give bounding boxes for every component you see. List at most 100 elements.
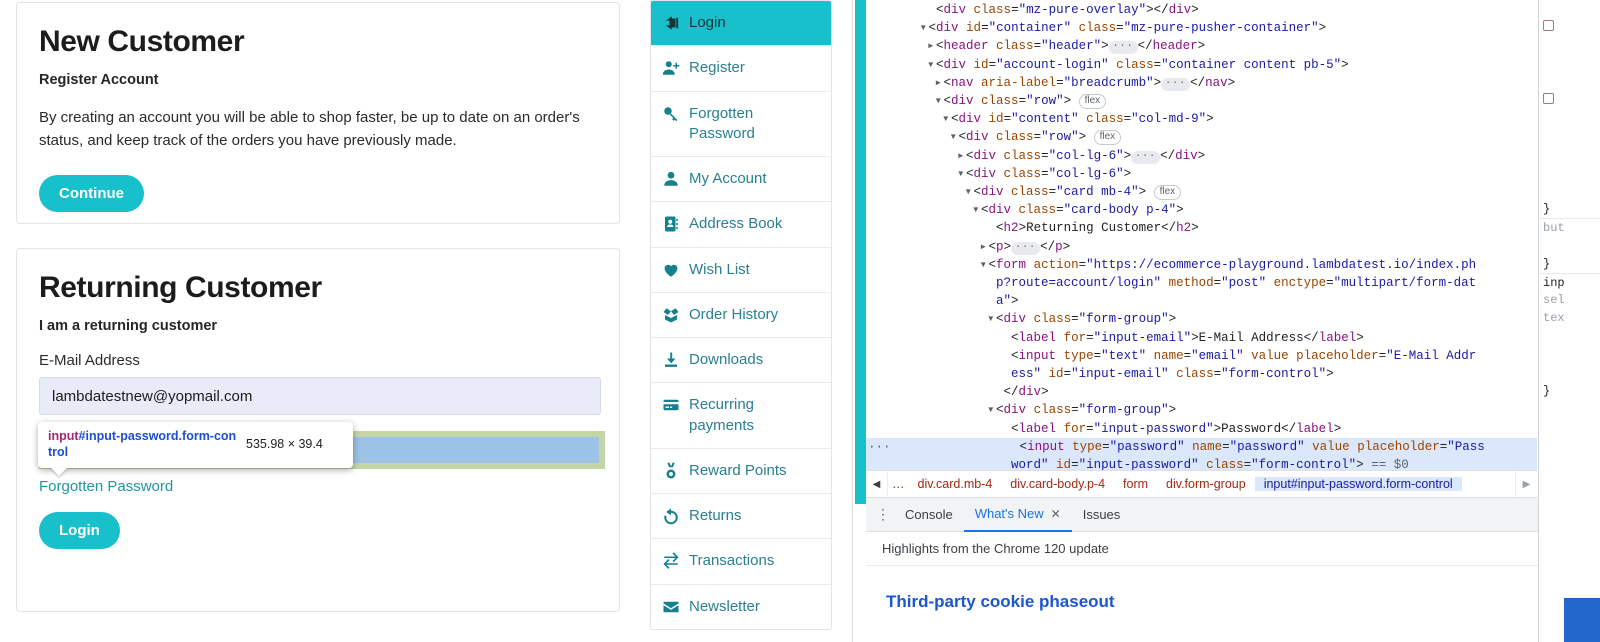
sidebar-item-wish-list[interactable]: Wish List <box>651 248 831 293</box>
collapsed-children-icon[interactable]: ··· <box>1108 41 1138 55</box>
breadcrumb-item[interactable]: input#input-password.form-control <box>1254 477 1462 491</box>
whats-new-body: Third-party cookie phaseout <box>866 566 1600 642</box>
sidebar-item-order-history[interactable]: Order History <box>651 293 831 338</box>
breadcrumb-item[interactable]: div.form-group <box>1157 477 1255 491</box>
dom-tree-row[interactable]: ▾<div id="content" class="col-md-9"> <box>866 110 1537 128</box>
sidebar-item-transactions[interactable]: Transactions <box>651 539 831 585</box>
twisty-expanded-icon[interactable]: ▾ <box>950 128 959 146</box>
sidebar-item-login[interactable]: Login <box>651 1 831 47</box>
twisty-expanded-icon[interactable]: ▾ <box>987 401 996 419</box>
dom-tree-row[interactable]: ▾<div class="form-group"> <box>866 310 1537 328</box>
twisty-expanded-icon[interactable]: ▾ <box>972 201 981 219</box>
close-icon[interactable]: ✕ <box>1051 497 1061 531</box>
dom-tree-row[interactable]: a"> <box>866 292 1537 310</box>
sidebar-item-address-book[interactable]: Address Book <box>651 202 831 248</box>
forgotten-password-link[interactable]: Forgotten Password <box>39 478 173 495</box>
twisty-collapsed-icon[interactable]: ▸ <box>957 147 966 165</box>
dom-tree-row[interactable]: ▾<div class="card mb-4"> flex <box>866 183 1537 201</box>
drawer-tab-console[interactable]: Console <box>894 498 964 532</box>
sidebar-item-my-account[interactable]: My Account <box>651 157 831 203</box>
drawer-tab-label: Issues <box>1082 506 1121 522</box>
sidebar-item-recurring-payments[interactable]: Recurring payments <box>651 383 831 449</box>
dom-tree-row[interactable]: <div class="mz-pure-overlay"></div> <box>866 1 1537 19</box>
styles-pane-fragment: inp <box>1539 272 1600 291</box>
row-more-icon[interactable]: ··· <box>868 440 891 454</box>
twisty-collapsed-icon[interactable]: ▸ <box>980 238 989 256</box>
exchange-icon <box>662 552 680 570</box>
sidebar-item-label: Login <box>689 14 726 31</box>
dom-tree-row[interactable]: ▸<nav aria-label="breadcrumb"> ··· </nav> <box>866 74 1537 92</box>
dom-tree-row[interactable]: ▾<form action="https://ecommerce-playgro… <box>866 256 1537 274</box>
dom-tree-row[interactable]: ▸<header class="header"> ··· </header> <box>866 37 1537 55</box>
dom-tree-row[interactable]: ▾<div id="container" class="mz-pure-push… <box>866 19 1537 37</box>
dom-tree-row[interactable]: word" id="input-password" class="form-co… <box>866 456 1537 470</box>
login-button[interactable]: Login <box>39 512 120 549</box>
twisty-expanded-icon[interactable]: ▾ <box>987 310 996 328</box>
styles-pane-spacer <box>1539 0 1600 18</box>
sidebar-item-forgotten-password[interactable]: Forgotten Password <box>651 92 831 157</box>
dom-tree-row[interactable]: ··· <input type="password" name="passwor… <box>866 437 1537 457</box>
breadcrumb-item[interactable]: div.card-body.p-4 <box>1001 477 1114 491</box>
drawer-tab-label: Console <box>905 506 953 522</box>
breadcrumb-scroll-left-icon[interactable]: ◀ <box>866 471 888 497</box>
styles-fragment-text: but <box>1543 221 1565 236</box>
continue-button[interactable]: Continue <box>39 174 144 212</box>
dom-tree-row[interactable]: <label for="input-email">E-Mail Address<… <box>866 329 1537 347</box>
whats-new-subtitle: Highlights from the Chrome 120 update <box>866 532 1600 566</box>
flex-badge[interactable]: flex <box>1078 94 1107 110</box>
twisty-expanded-icon[interactable]: ▾ <box>965 183 974 201</box>
devtools-drawer: ⋮ Console What's New ✕ Issues Highlights fr… <box>866 498 1600 642</box>
dom-tree-row[interactable]: <h2>Returning Customer</h2> <box>866 219 1537 237</box>
dom-tree-row[interactable]: ▸<p> ··· </p> <box>866 238 1537 256</box>
collapsed-children-icon[interactable]: ··· <box>1011 241 1041 255</box>
dom-tree-row[interactable]: ▸<div class="col-lg-6"> ··· </div> <box>866 147 1537 165</box>
twisty-expanded-icon[interactable]: ▾ <box>920 19 929 37</box>
breadcrumb-scroll-right-icon[interactable]: ▶ <box>1515 471 1537 497</box>
sidebar-item-newsletter[interactable]: Newsletter <box>651 585 831 629</box>
checkbox-icon[interactable] <box>1543 92 1554 104</box>
sidebar-item-returns[interactable]: Returns <box>651 494 831 540</box>
twisty-expanded-icon[interactable]: ▾ <box>927 56 936 74</box>
styles-pane[interactable]: } but } inp sel tex } <box>1538 0 1600 642</box>
dom-tree-row[interactable]: ▾<div class="form-group"> <box>866 401 1537 419</box>
dom-tree-row[interactable]: ▾<div id="account-login" class="containe… <box>866 56 1537 74</box>
twisty-collapsed-icon[interactable]: ▸ <box>935 74 944 92</box>
dom-tree-row[interactable]: ▾<div class="row"> flex <box>866 92 1537 110</box>
collapsed-children-icon[interactable]: ··· <box>1131 150 1161 164</box>
drawer-more-icon[interactable]: ⋮ <box>872 506 894 523</box>
collapsed-children-icon[interactable]: ··· <box>1161 77 1191 91</box>
drawer-tab-what-s-new[interactable]: What's New ✕ <box>963 497 1072 532</box>
elements-dom-tree[interactable]: <div class="mz-pure-overlay"></div> ▾<di… <box>866 0 1537 470</box>
breadcrumb-item[interactable]: form <box>1114 477 1157 491</box>
bottom-right-blue-button[interactable] <box>1564 598 1600 642</box>
inspector-tooltip: input#input-password.form-control 535.98… <box>38 422 353 477</box>
twisty-collapsed-icon[interactable]: ▸ <box>927 37 936 55</box>
styles-rule-checkbox[interactable] <box>1539 91 1600 109</box>
breadcrumb-item[interactable]: div.card.mb-4 <box>909 477 1002 491</box>
sidebar-item-downloads[interactable]: Downloads <box>651 338 831 384</box>
sidebar-item-reward-points[interactable]: Reward Points <box>651 449 831 494</box>
styles-pane-fragment: } <box>1539 255 1600 273</box>
dom-tree-row[interactable]: ▾<div class="card-body p-4"> <box>866 201 1537 219</box>
devtools-scrollbar[interactable] <box>855 0 866 504</box>
checkbox-icon[interactable] <box>1543 20 1554 32</box>
dom-tree-row[interactable]: ▾<div class="col-lg-6"> <box>866 165 1537 183</box>
twisty-expanded-icon[interactable]: ▾ <box>980 256 989 274</box>
twisty-expanded-icon[interactable]: ▾ <box>935 92 944 110</box>
twisty-expanded-icon[interactable]: ▾ <box>957 165 966 183</box>
sidebar-item-register[interactable]: Register <box>651 46 831 92</box>
dom-tree-row[interactable]: ▾<div class="row"> flex <box>866 128 1537 146</box>
dom-tree-row[interactable]: <label for="input-password">Password</la… <box>866 420 1537 438</box>
email-input[interactable] <box>39 377 601 415</box>
styles-pane-spacer <box>1539 346 1600 364</box>
flex-badge[interactable]: flex <box>1153 185 1182 201</box>
flex-badge[interactable]: flex <box>1093 130 1122 146</box>
dom-tree-row[interactable]: ess" id="input-email" class="form-contro… <box>866 365 1537 383</box>
whats-new-article-title[interactable]: Third-party cookie phaseout <box>886 592 1600 612</box>
twisty-expanded-icon[interactable]: ▾ <box>942 110 951 128</box>
dom-tree-row[interactable]: </div> <box>866 383 1537 401</box>
dom-tree-row[interactable]: p?route=account/login" method="post" enc… <box>866 274 1537 292</box>
drawer-tab-issues[interactable]: Issues <box>1072 498 1132 532</box>
dom-tree-row[interactable]: <input type="text" name="email" value pl… <box>866 347 1537 365</box>
styles-rule-checkbox[interactable] <box>1539 18 1600 36</box>
